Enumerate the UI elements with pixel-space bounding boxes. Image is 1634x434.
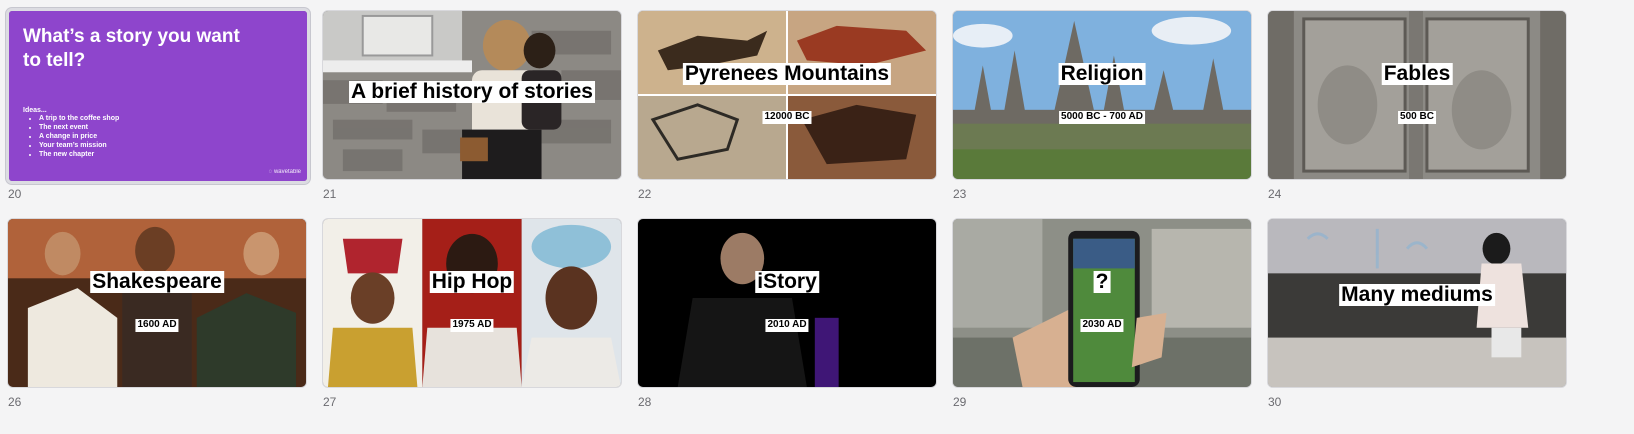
- slide-thumbnail-21[interactable]: A brief history of stories: [322, 10, 622, 180]
- slide-date: 1975 AD: [450, 319, 494, 332]
- slide-image: [953, 11, 1251, 179]
- wavetable-logo-icon: ◌: [268, 169, 273, 175]
- slide-date: 2030 AD: [1080, 319, 1124, 332]
- slide-heading: Shakespeare: [90, 270, 224, 294]
- slide-cover: What’s a story you want to tell? Ideas..…: [9, 11, 307, 181]
- ideas-list: A trip to the coffee shop The next event…: [23, 114, 119, 159]
- list-item: The new chapter: [39, 150, 119, 159]
- ideas-heading: Ideas...: [23, 107, 47, 114]
- slide-number: 28: [638, 395, 652, 409]
- list-item: The next event: [39, 123, 119, 132]
- slide-number: 21: [323, 187, 337, 201]
- slide-date: 500 BC: [1398, 111, 1436, 124]
- slide-thumbnail-26[interactable]: Shakespeare 1600 AD: [7, 218, 307, 388]
- slide-image: [323, 219, 621, 387]
- list-item: Your team’s mission: [39, 141, 119, 150]
- slide-image: [638, 11, 936, 179]
- slide-thumbnail-29[interactable]: ? 2030 AD: [952, 218, 1252, 388]
- slide-number: 20: [8, 187, 22, 201]
- slide-thumbnail-24[interactable]: Fables 500 BC: [1267, 10, 1567, 180]
- slide-number: 24: [1268, 187, 1282, 201]
- slide-date: 5000 BC - 700 AD: [1059, 111, 1145, 124]
- slide-date: 2010 AD: [765, 319, 809, 332]
- slide-number: 29: [953, 395, 967, 409]
- slide-thumbnail-27[interactable]: Hip Hop 1975 AD: [322, 218, 622, 388]
- slide-date: 1600 AD: [135, 319, 179, 332]
- slide-image: [1268, 11, 1566, 179]
- slide-thumbnail-23[interactable]: Religion 5000 BC - 700 AD: [952, 10, 1252, 180]
- slide-number: 23: [953, 187, 967, 201]
- slide-heading: A brief history of stories: [349, 80, 595, 104]
- slide-heading: Hip Hop: [429, 270, 515, 294]
- slide-image: [953, 219, 1251, 387]
- slide-number: 27: [323, 395, 337, 409]
- slide-number: 22: [638, 187, 652, 201]
- slide-heading: Fables: [1381, 62, 1453, 86]
- slide-title: What’s a story you want to tell?: [23, 26, 240, 71]
- slide-heading: Many mediums: [1339, 283, 1495, 307]
- slide-thumbnail-28[interactable]: iStory 2010 AD: [637, 218, 937, 388]
- list-item: A change in price: [39, 132, 119, 141]
- slide-heading: iStory: [755, 270, 819, 294]
- slide-heading: ?: [1093, 270, 1111, 294]
- slide-date: 12000 BC: [762, 111, 812, 124]
- slide-number: 30: [1268, 395, 1282, 409]
- slide-image: [638, 219, 936, 387]
- slide-heading: Religion: [1058, 62, 1146, 86]
- slide-number: 26: [8, 395, 22, 409]
- brand-logo: ◌ wavetable: [268, 169, 301, 175]
- list-item: A trip to the coffee shop: [39, 114, 119, 123]
- slide-thumbnail-30[interactable]: Many mediums: [1267, 218, 1567, 388]
- slide-thumbnail-20[interactable]: What’s a story you want to tell? Ideas..…: [6, 8, 310, 184]
- slide-thumbnail-22[interactable]: Pyrenees Mountains 12000 BC: [637, 10, 937, 180]
- slide-image: [8, 219, 306, 387]
- slide-heading: Pyrenees Mountains: [682, 62, 892, 86]
